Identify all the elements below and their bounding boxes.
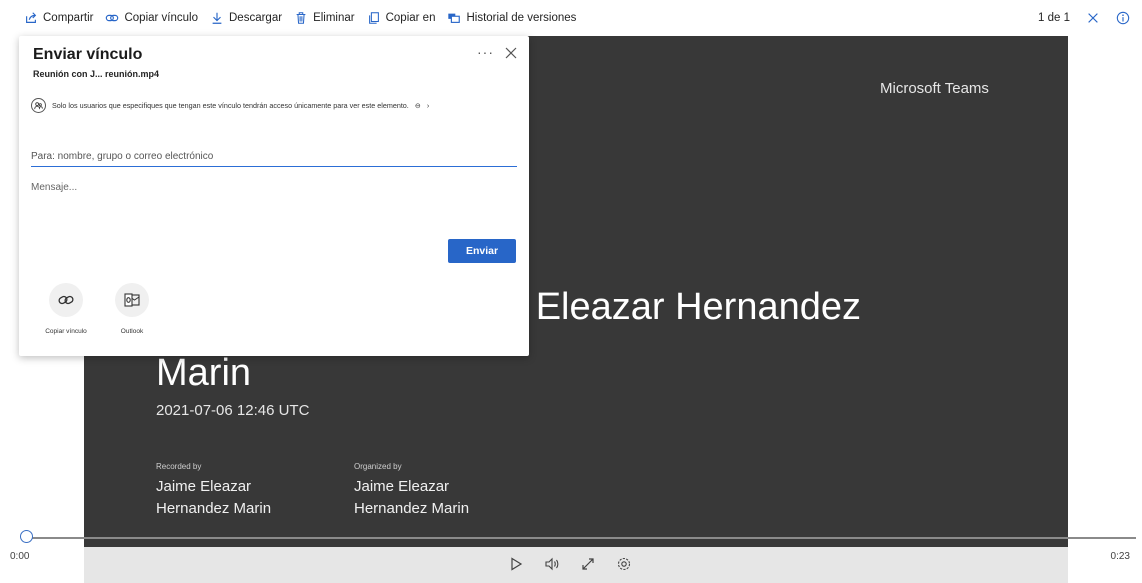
seek-track[interactable]	[28, 537, 1136, 539]
dialog-subtitle: Reunión con J... reunión.mp4	[33, 69, 160, 79]
trash-icon	[296, 12, 306, 24]
download-button[interactable]: Descargar	[210, 11, 282, 25]
recorded-by-name: Jaime Eleazar Hernandez Marin	[156, 478, 272, 517]
version-history-button[interactable]: Historial de versiones	[447, 11, 576, 25]
video-title-line2: Marin	[156, 352, 252, 394]
recorded-by-label: Recorded by	[156, 462, 202, 471]
version-history-label: Historial de versiones	[466, 12, 577, 24]
playback-controls	[508, 556, 632, 572]
more-options-icon[interactable]: ···	[477, 44, 494, 60]
download-icon	[212, 12, 222, 24]
permission-text: Solo los usuarios que especifiques que t…	[52, 101, 409, 110]
people-icon	[31, 98, 46, 113]
download-label: Descargar	[229, 12, 283, 24]
permission-view-icon: ⊖	[414, 101, 421, 110]
page-count: 1 de 1	[1038, 12, 1070, 24]
share-icon	[26, 12, 37, 23]
seek-thumb[interactable]	[20, 530, 33, 543]
close-icon[interactable]	[1086, 11, 1100, 25]
version-history-icon	[448, 13, 461, 23]
command-bar: Compartir Copiar vínculo Descargar Elimi…	[0, 0, 1142, 36]
share-button[interactable]: Compartir	[24, 11, 93, 25]
outlook-option[interactable]: Outlook	[107, 283, 157, 335]
video-title-line1: e Eleazar Hernandez	[504, 286, 861, 328]
fullscreen-icon[interactable]	[580, 556, 596, 572]
dialog-close-button[interactable]	[505, 46, 517, 64]
copy-to-button[interactable]: Copiar en	[367, 11, 436, 25]
share-label: Compartir	[43, 12, 94, 24]
duration: 0:23	[1110, 551, 1130, 562]
message-input[interactable]	[31, 182, 517, 232]
delete-button[interactable]: Eliminar	[294, 11, 355, 25]
volume-icon[interactable]	[544, 556, 560, 572]
recipients-input[interactable]	[31, 146, 517, 167]
link-permission-settings[interactable]: Solo los usuarios que especifiques que t…	[31, 98, 429, 113]
copy-link-option-label: Copiar vínculo	[45, 328, 87, 335]
link-icon	[58, 295, 74, 305]
link-icon	[106, 14, 119, 22]
outlook-option-label: Outlook	[120, 328, 144, 335]
outlook-icon	[124, 293, 140, 307]
send-button[interactable]: Enviar	[448, 239, 516, 263]
settings-icon[interactable]	[616, 556, 632, 572]
viewer-controls: 1 de 1	[1038, 0, 1130, 36]
organized-by-label: Organized by	[354, 462, 402, 471]
seek-bar[interactable]	[0, 530, 1142, 550]
current-time: 0:00	[10, 551, 30, 562]
copy-icon	[368, 12, 379, 24]
copy-link-button[interactable]: Copiar vínculo	[105, 11, 198, 25]
outlook-option-circle	[115, 283, 149, 317]
chevron-right-icon: ›	[426, 101, 430, 110]
delete-label: Eliminar	[313, 12, 355, 24]
organized-by-name: Jaime Eleazar Hernandez Marin	[354, 478, 470, 517]
copy-link-option[interactable]: Copiar vínculo	[41, 283, 91, 335]
video-datetime: 2021-07-06 12:46 UTC	[156, 402, 310, 419]
copy-to-label: Copiar en	[385, 12, 436, 24]
send-link-dialog: Enviar vínculo Reunión con J... reunión.…	[19, 36, 529, 356]
copy-link-option-circle	[49, 283, 83, 317]
video-brand: Microsoft Teams	[880, 80, 989, 97]
copy-link-label: Copiar vínculo	[124, 12, 198, 24]
play-icon[interactable]	[508, 556, 524, 572]
info-icon[interactable]	[1116, 11, 1130, 25]
dialog-title: Enviar vínculo	[33, 46, 143, 63]
close-icon	[505, 47, 517, 59]
